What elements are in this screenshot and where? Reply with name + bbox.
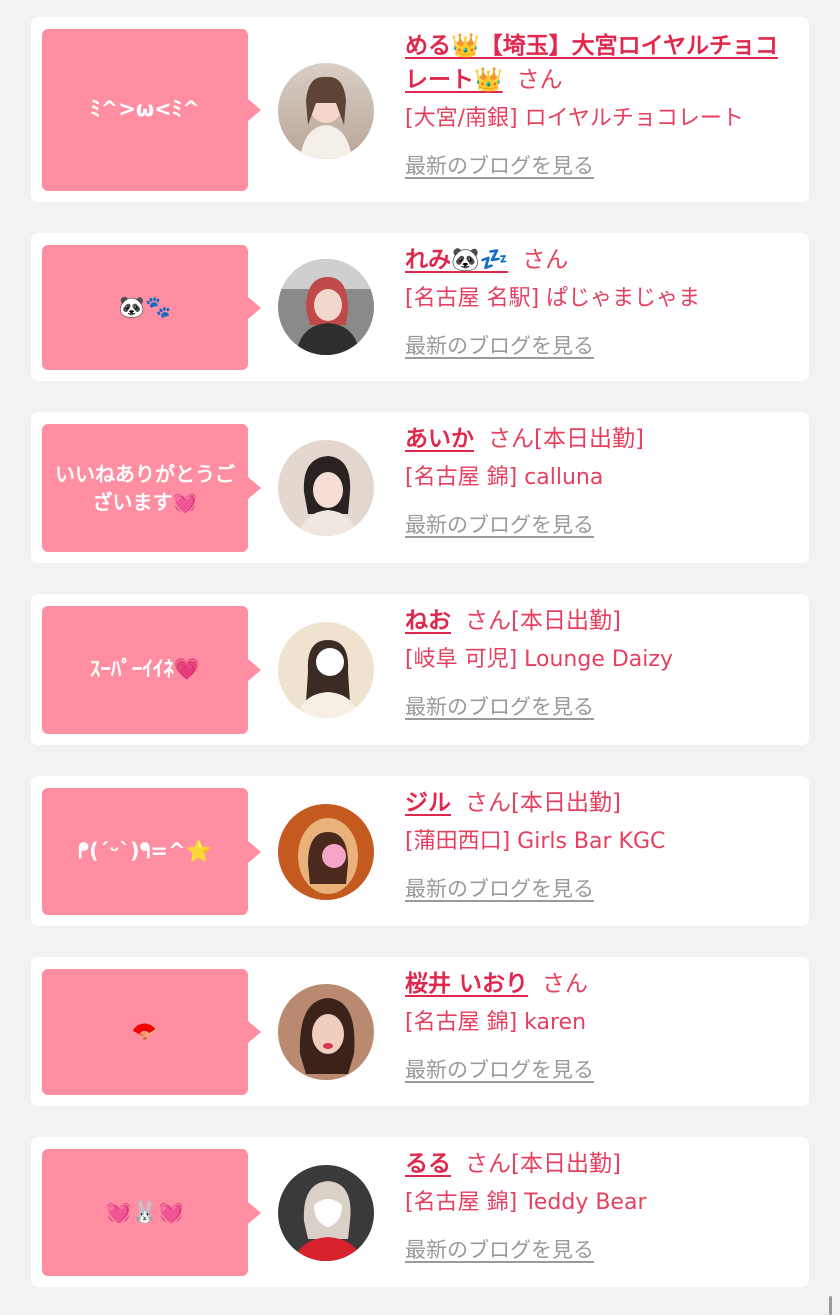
- message-text: 💓🐰💓: [105, 1199, 185, 1224]
- name-suffix: さん[本日出勤]: [465, 790, 621, 816]
- avatar-photo-icon: [278, 259, 374, 355]
- list-item: 💓🐰💓 るる さん[本日出勤] [名古屋 錦] Teddy Bear 最新のブログ…: [31, 1137, 809, 1287]
- latest-blog-link[interactable]: 最新のブログを見る: [405, 691, 594, 721]
- blog-info: 桜井 いおり さん [名古屋 錦] karen 最新のブログを見る: [405, 967, 793, 1084]
- avatar[interactable]: [278, 804, 374, 900]
- avatar-photo-icon: [278, 1165, 374, 1261]
- name-line: るる さん[本日出勤]: [405, 1147, 793, 1181]
- avatar[interactable]: [278, 259, 374, 355]
- message-bubble: 🐼🐾: [42, 245, 261, 370]
- latest-blog-link[interactable]: 最新のブログを見る: [405, 873, 594, 903]
- message-text: ｽｰﾊﾟｰｲｲﾈ💗: [89, 657, 201, 682]
- name-line: あいか さん[本日出勤]: [405, 422, 793, 456]
- blog-info: める👑【埼玉】大宮ロイヤルチョコレート👑 さん [大宮/南銀] ロイヤルチョコレー…: [405, 29, 793, 180]
- shop-name: [岐阜 可児] Lounge Daizy: [405, 647, 673, 672]
- latest-blog-link[interactable]: 最新のブログを見る: [405, 1054, 594, 1084]
- name-line: ジル さん[本日出勤]: [405, 786, 793, 820]
- list-item: ｽｰﾊﾟｰｲｲﾈ💗 ねお さん[本日出勤] [岐阜 可児] Lounge Daiz…: [31, 594, 809, 745]
- name-suffix: さん: [516, 67, 563, 93]
- avatar[interactable]: [278, 63, 374, 159]
- name-suffix: さん: [542, 971, 589, 997]
- name-line: める👑【埼玉】大宮ロイヤルチョコレート👑 さん: [405, 29, 793, 97]
- avatar[interactable]: [278, 984, 374, 1080]
- list-item: 🪭 桜井 いおり さん [名古屋 錦] karen 最新のブログを見る: [31, 957, 809, 1106]
- shop-name: [名古屋 名駅] ぱじゃまじゃま: [405, 286, 701, 311]
- latest-blog-link[interactable]: 最新のブログを見る: [405, 1234, 594, 1264]
- name-suffix: さん[本日出勤]: [465, 1151, 621, 1177]
- shop-name: [名古屋 錦] karen: [405, 1010, 587, 1035]
- message-text: いいねありがとうございます💓: [55, 462, 235, 514]
- shop-name: [大宮/南銀] ロイヤルチョコレート: [405, 106, 744, 131]
- name-suffix: さん[本日出勤]: [465, 608, 621, 634]
- shop-name: [名古屋 錦] calluna: [405, 465, 604, 490]
- avatar-photo-icon: [278, 440, 374, 536]
- message-bubble: 💓🐰💓: [42, 1149, 261, 1276]
- blog-info: ねお さん[本日出勤] [岐阜 可児] Lounge Daizy 最新のブログを見…: [405, 604, 793, 721]
- blog-info: あいか さん[本日出勤] [名古屋 錦] calluna 最新のブログを見る: [405, 422, 793, 539]
- name-line: れみ🐼💤 さん: [405, 243, 793, 277]
- cast-name-link[interactable]: あいか: [405, 426, 474, 452]
- cast-name-link[interactable]: るる: [405, 1151, 451, 1177]
- message-bubble: いいねありがとうございます💓: [42, 424, 261, 552]
- message-text: ᖰ(ˊᵕˋ)ᖳ=^⭐: [78, 838, 212, 863]
- latest-blog-link[interactable]: 最新のブログを見る: [405, 150, 594, 180]
- message-text: ﾐ^>ω<ﾐ^: [90, 97, 200, 122]
- avatar-photo-icon: [278, 804, 374, 900]
- avatar[interactable]: [278, 440, 374, 536]
- list-item: 🐼🐾 れみ🐼💤 さん [名古屋 名駅] ぱじゃまじゃま 最新のブログを見る: [31, 233, 809, 381]
- name-suffix: さん: [522, 247, 569, 273]
- list-item: いいねありがとうございます💓 あいか さん[本日出勤] [名古屋 錦] callu…: [31, 412, 809, 563]
- name-suffix: さん[本日出勤]: [488, 426, 644, 452]
- message-bubble: 🪭: [42, 969, 261, 1095]
- avatar-photo-icon: [278, 622, 374, 718]
- blog-info: ジル さん[本日出勤] [蒲田西口] Girls Bar KGC 最新のブログを見…: [405, 786, 793, 903]
- cast-name-link[interactable]: 桜井 いおり: [405, 971, 528, 997]
- message-text: 🪭: [131, 1019, 159, 1044]
- list-item: ᖰ(ˊᵕˋ)ᖳ=^⭐ ジル さん[本日出勤] [蒲田西口] Girls Bar K…: [31, 776, 809, 926]
- blog-info: れみ🐼💤 さん [名古屋 名駅] ぱじゃまじゃま 最新のブログを見る: [405, 243, 793, 360]
- cast-name-link[interactable]: ねお: [405, 608, 451, 634]
- avatar-photo-icon: [278, 63, 374, 159]
- message-bubble: ᖰ(ˊᵕˋ)ᖳ=^⭐: [42, 788, 261, 915]
- blog-info: るる さん[本日出勤] [名古屋 錦] Teddy Bear 最新のブログを見る: [405, 1147, 793, 1264]
- latest-blog-link[interactable]: 最新のブログを見る: [405, 330, 594, 360]
- avatar-photo-icon: [278, 984, 374, 1080]
- message-text: 🐼🐾: [118, 294, 172, 319]
- latest-blog-link[interactable]: 最新のブログを見る: [405, 509, 594, 539]
- avatar[interactable]: [278, 622, 374, 718]
- message-bubble: ｽｰﾊﾟｰｲｲﾈ💗: [42, 606, 261, 734]
- scrollbar[interactable]: [829, 1296, 832, 1315]
- avatar[interactable]: [278, 1165, 374, 1261]
- shop-name: [蒲田西口] Girls Bar KGC: [405, 829, 666, 854]
- name-line: ねお さん[本日出勤]: [405, 604, 793, 638]
- message-bubble: ﾐ^>ω<ﾐ^: [42, 29, 261, 191]
- shop-name: [名古屋 錦] Teddy Bear: [405, 1190, 647, 1215]
- cast-name-link[interactable]: める👑【埼玉】大宮ロイヤルチョコレート👑: [405, 33, 778, 93]
- cast-name-link[interactable]: ジル: [405, 790, 451, 816]
- blog-list: ﾐ^>ω<ﾐ^ める👑【埼玉】大宮ロイヤルチョコレート👑 さん [大宮/南銀] ロ…: [31, 17, 809, 1287]
- cast-name-link[interactable]: れみ🐼💤: [405, 247, 508, 273]
- list-item: ﾐ^>ω<ﾐ^ める👑【埼玉】大宮ロイヤルチョコレート👑 さん [大宮/南銀] ロ…: [31, 17, 809, 202]
- name-line: 桜井 いおり さん: [405, 967, 793, 1001]
